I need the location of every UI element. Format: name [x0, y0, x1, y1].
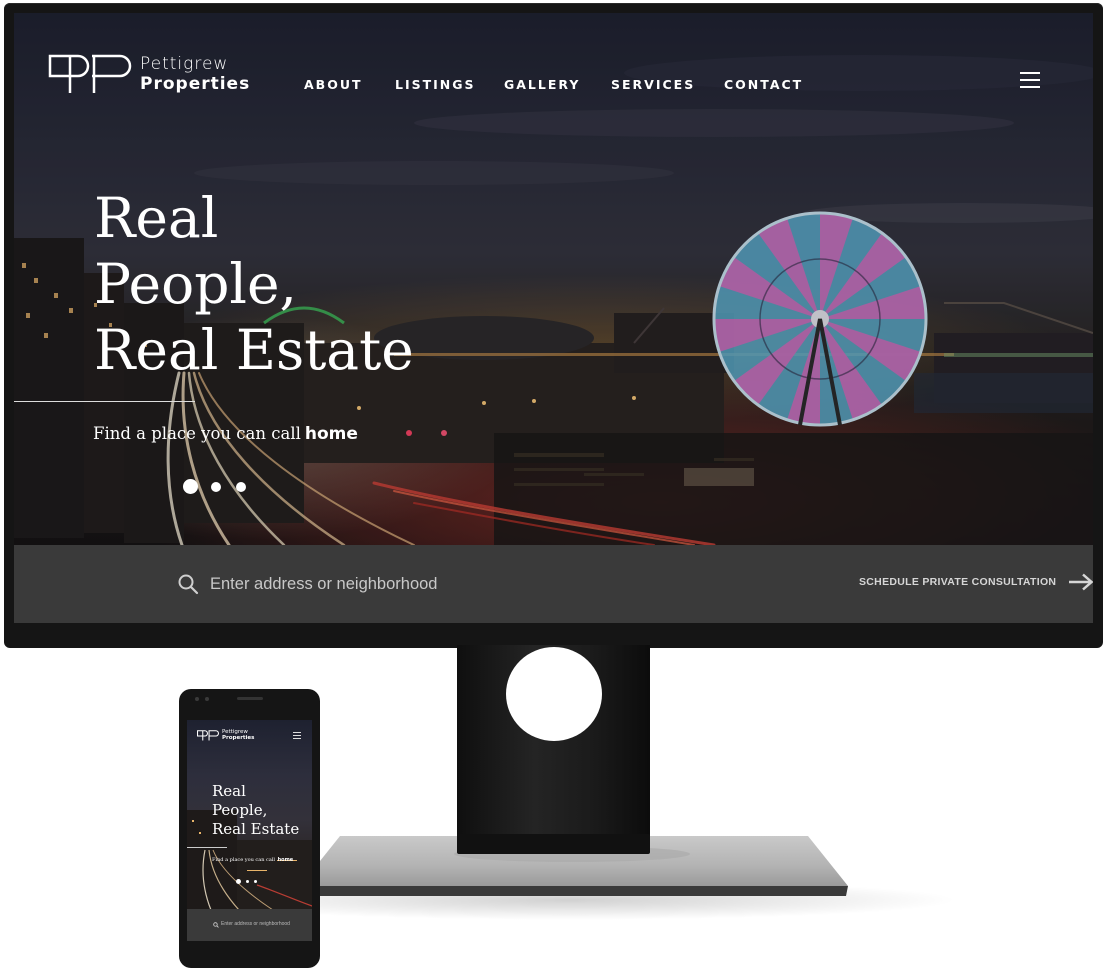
phone-hamburger-icon[interactable] [293, 732, 301, 739]
phone-slider-dot-3[interactable] [254, 880, 257, 883]
phone-screen: Pettigrew Properties Real People, Real E… [187, 720, 312, 941]
headline-line: People, [94, 252, 298, 316]
brand-logo[interactable]: Pettigrew Properties [48, 53, 250, 95]
tagline-text: Find a place you can call [93, 424, 301, 443]
hamburger-icon[interactable] [1020, 72, 1040, 90]
hero-section: Pettigrew Properties ABOUT LISTINGS GALL… [14, 13, 1093, 545]
phone-brand-logo[interactable]: Pettigrew Properties [197, 729, 254, 741]
tagline-emphasis: home [304, 424, 358, 444]
phone-headline-line: Real Estate [212, 820, 300, 838]
phone-hero-headline: Real People, Real Estate [212, 782, 299, 839]
phone-slider-dot-1[interactable] [236, 879, 241, 884]
slider-dot-2[interactable] [211, 481, 221, 492]
phone-sensor [205, 697, 209, 701]
phone-headline-line: People, [212, 801, 268, 819]
phone-headline-line: Real [212, 782, 246, 800]
search-bar: SCHEDULE PRIVATE CONSULTATION [14, 545, 1093, 623]
phone-camera [195, 697, 199, 701]
consultation-label: SCHEDULE PRIVATE CONSULTATION [859, 576, 1057, 588]
phone-tagline-emphasis: home [277, 857, 294, 863]
stand-cable-hole [506, 647, 602, 741]
phone-hero-tagline: Find a place you can call home [212, 857, 293, 863]
slider-dot-1[interactable] [183, 479, 198, 494]
nav-listings[interactable]: LISTINGS [395, 77, 476, 92]
pp-monogram-icon [197, 729, 219, 740]
hero-divider [14, 401, 195, 402]
hero-tagline: Find a place you can call home [93, 424, 358, 444]
phone-brand-name: Pettigrew Properties [222, 729, 254, 741]
phone-slider-dots [236, 879, 262, 884]
nav-about[interactable]: ABOUT [304, 77, 363, 92]
nav-gallery[interactable]: GALLERY [504, 77, 580, 92]
arrow-right-icon [1069, 573, 1093, 591]
brand-line1: Pettigrew [140, 53, 229, 74]
phone-brand-line2: Properties [222, 735, 255, 741]
search-icon[interactable] [177, 573, 199, 595]
slider-dot-3[interactable] [236, 481, 246, 492]
brand-line2: Properties [140, 73, 251, 94]
nav-services[interactable]: SERVICES [611, 77, 695, 92]
hero-headline: Real People, Real Estate [94, 185, 414, 383]
search-input[interactable] [210, 569, 710, 599]
phone-tagline-text: Find a place you can call [212, 857, 275, 863]
monitor-stand-base [300, 834, 848, 896]
pp-monogram-icon [48, 54, 132, 93]
phone-search-placeholder: Enter address or neighborhood [221, 921, 290, 927]
headline-line: Real [94, 186, 219, 250]
phone-hero-divider [187, 847, 227, 848]
headline-line: Real Estate [94, 318, 414, 382]
slider-dots [183, 479, 261, 494]
desktop-monitor: Pettigrew Properties ABOUT LISTINGS GALL… [4, 3, 1103, 648]
schedule-consultation-button[interactable]: SCHEDULE PRIVATE CONSULTATION [859, 573, 1093, 591]
phone-speaker [237, 697, 263, 700]
search-icon [213, 922, 219, 928]
brand-name: Pettigrew Properties [140, 53, 251, 94]
mobile-phone: Pettigrew Properties Real People, Real E… [179, 689, 320, 968]
nav-contact[interactable]: CONTACT [724, 77, 803, 92]
phone-slider-dot-2[interactable] [246, 880, 249, 883]
phone-search-bar[interactable]: Enter address or neighborhood [187, 909, 312, 941]
desktop-screen: Pettigrew Properties ABOUT LISTINGS GALL… [14, 13, 1093, 623]
